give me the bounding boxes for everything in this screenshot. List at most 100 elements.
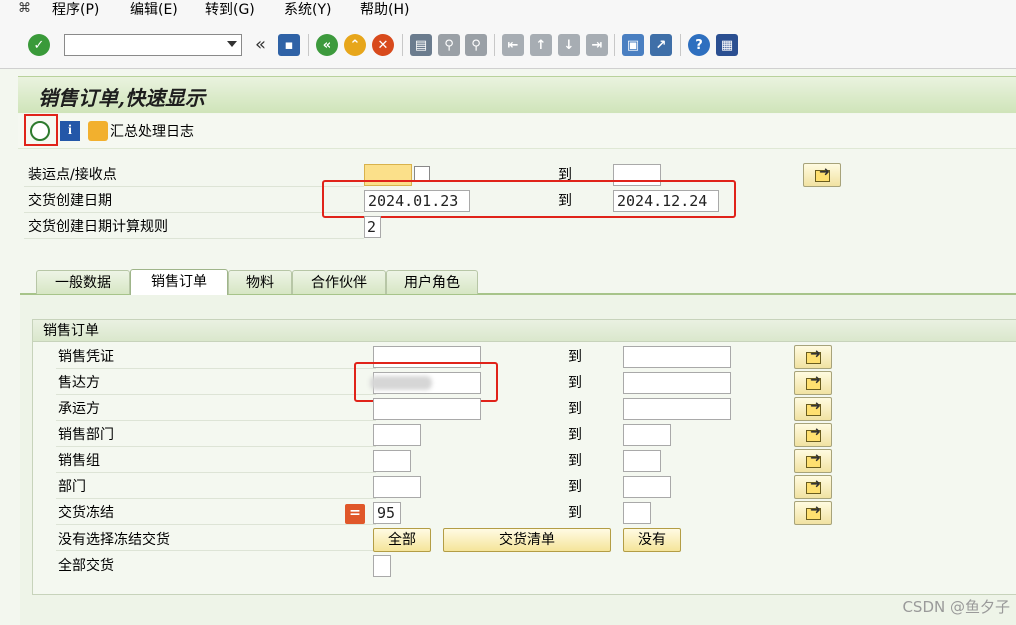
- date-rule-label: 交货创建日期计算规则: [28, 219, 168, 235]
- next-page-icon[interactable]: ↓: [558, 34, 580, 56]
- toolbar-separator: [494, 34, 495, 56]
- toolbar-separator: [614, 34, 615, 56]
- sold-to-party-to-input[interactable]: [623, 372, 731, 394]
- shipping-point-label: 装运点/接收点: [28, 167, 117, 183]
- info-icon[interactable]: i: [60, 121, 80, 141]
- standard-toolbar: ✓ « ▪ « ⌃ ✕ ▤ ⚲ ⚲ ⇤ ↑ ↓ ⇥ ▣ ↗ ? ▦: [0, 22, 1016, 69]
- sales-group-from-input[interactable]: [373, 450, 411, 472]
- multiple-selection-button[interactable]: [794, 397, 832, 421]
- multiple-selection-button[interactable]: [794, 449, 832, 473]
- tab-general-data[interactable]: 一般数据: [36, 270, 130, 294]
- sales-document-to-input[interactable]: [623, 346, 731, 368]
- menu-system[interactable]: 系统(Y): [284, 0, 331, 20]
- all-deliveries-checkbox[interactable]: [373, 555, 391, 577]
- layout-icon[interactable]: ▦: [716, 34, 738, 56]
- carrier-to-input[interactable]: [623, 398, 731, 420]
- last-page-icon[interactable]: ⇥: [586, 34, 608, 56]
- first-page-icon[interactable]: ⇤: [502, 34, 524, 56]
- row-separator: [56, 394, 376, 395]
- tab-partner[interactable]: 合作伙伴: [292, 270, 386, 294]
- find-next-icon[interactable]: ⚲: [465, 34, 487, 56]
- to-label: 到: [568, 375, 582, 391]
- tab-user-role[interactable]: 用户角色: [386, 270, 478, 294]
- find-icon[interactable]: ⚲: [438, 34, 460, 56]
- help-icon[interactable]: ?: [688, 34, 710, 56]
- multiple-selection-button[interactable]: [794, 501, 832, 525]
- application-toolbar: i 汇总处理日志: [18, 114, 1016, 149]
- row-separator: [24, 238, 364, 239]
- sales-group-to-input[interactable]: [623, 450, 661, 472]
- to-label: 到: [568, 479, 582, 495]
- sales-document-label: 销售凭证: [58, 349, 114, 365]
- delivery-block-label: 交货冻结: [58, 505, 114, 521]
- print-icon[interactable]: ▤: [410, 34, 432, 56]
- log-button-label[interactable]: 汇总处理日志: [110, 121, 194, 141]
- all-deliveries-label: 全部交货: [58, 558, 114, 574]
- back-icon[interactable]: «: [316, 34, 338, 56]
- menu-help[interactable]: 帮助(H): [360, 0, 409, 20]
- row-separator: [56, 524, 376, 525]
- to-label: 到: [568, 401, 582, 417]
- row-separator: [56, 472, 376, 473]
- toolbar-separator: [308, 34, 309, 56]
- sales-office-label: 销售部门: [58, 427, 114, 443]
- cancel-icon[interactable]: ✕: [372, 34, 394, 56]
- watermark: CSDN @鱼夕子: [902, 598, 1010, 616]
- page-title: 销售订单,快速显示: [38, 86, 205, 110]
- save-icon[interactable]: ▪: [278, 34, 300, 56]
- delivery-block-to-input[interactable]: [623, 502, 651, 524]
- highlight-sold-to-party: [354, 362, 498, 402]
- none-button[interactable]: 没有: [623, 528, 681, 552]
- sales-office-from-input[interactable]: [373, 424, 421, 446]
- sales-group-label: 销售组: [58, 453, 100, 469]
- to-label: 到: [568, 453, 582, 469]
- system-menu-icon[interactable]: ⌘: [18, 2, 32, 16]
- no-blocked-delivery-label: 没有选择冻结交货: [58, 532, 170, 548]
- multiple-selection-button[interactable]: [794, 345, 832, 369]
- division-from-input[interactable]: [373, 476, 421, 498]
- multiple-selection-button[interactable]: [794, 423, 832, 447]
- log-icon[interactable]: [88, 121, 108, 141]
- multiple-selection-button[interactable]: [794, 475, 832, 499]
- menu-program[interactable]: 程序(P): [52, 0, 99, 20]
- collapse-icon[interactable]: «: [255, 34, 266, 55]
- menu-bar: ⌘ 程序(P) 编辑(E) 转到(G) 系统(Y) 帮助(H): [0, 0, 1016, 23]
- chevron-down-icon[interactable]: [227, 41, 237, 47]
- command-field[interactable]: [64, 34, 242, 56]
- menu-edit[interactable]: 编辑(E): [130, 0, 178, 20]
- to-label: 到: [568, 505, 582, 521]
- sales-office-to-input[interactable]: [623, 424, 671, 446]
- carrier-from-input[interactable]: [373, 398, 481, 420]
- multiple-selection-button[interactable]: [794, 371, 832, 395]
- exit-icon[interactable]: ⌃: [344, 34, 366, 56]
- multiple-selection-button[interactable]: [803, 163, 841, 187]
- row-separator: [56, 498, 376, 499]
- shortcut-icon[interactable]: ↗: [650, 34, 672, 56]
- delivery-block-from-input[interactable]: 95: [373, 502, 401, 524]
- division-to-input[interactable]: [623, 476, 671, 498]
- delivery-list-button[interactable]: 交货清单: [443, 528, 611, 552]
- all-button[interactable]: 全部: [373, 528, 431, 552]
- sales-order-group: 销售订单: [32, 319, 1016, 595]
- row-separator: [56, 420, 376, 421]
- tab-sales-order[interactable]: 销售订单: [130, 269, 228, 295]
- toolbar-separator: [680, 34, 681, 56]
- menu-goto[interactable]: 转到(G): [205, 0, 255, 20]
- to-label: 到: [568, 349, 582, 365]
- date-rule-input[interactable]: 2: [364, 216, 381, 238]
- equals-option-icon[interactable]: =: [345, 504, 365, 524]
- toolbar-separator: [402, 34, 403, 56]
- group-title: 销售订单: [33, 320, 1016, 342]
- delivery-date-label: 交货创建日期: [28, 193, 112, 209]
- tab-material[interactable]: 物料: [228, 270, 292, 294]
- new-session-icon[interactable]: ▣: [622, 34, 644, 56]
- title-bar: 销售订单,快速显示: [18, 76, 1016, 113]
- sold-to-party-label: 售达方: [58, 375, 100, 391]
- row-separator: [24, 186, 364, 187]
- row-separator: [24, 212, 364, 213]
- row-separator: [56, 368, 376, 369]
- check-icon[interactable]: ✓: [28, 34, 50, 56]
- highlight-execute: [24, 114, 58, 146]
- to-label: 到: [568, 427, 582, 443]
- prev-page-icon[interactable]: ↑: [530, 34, 552, 56]
